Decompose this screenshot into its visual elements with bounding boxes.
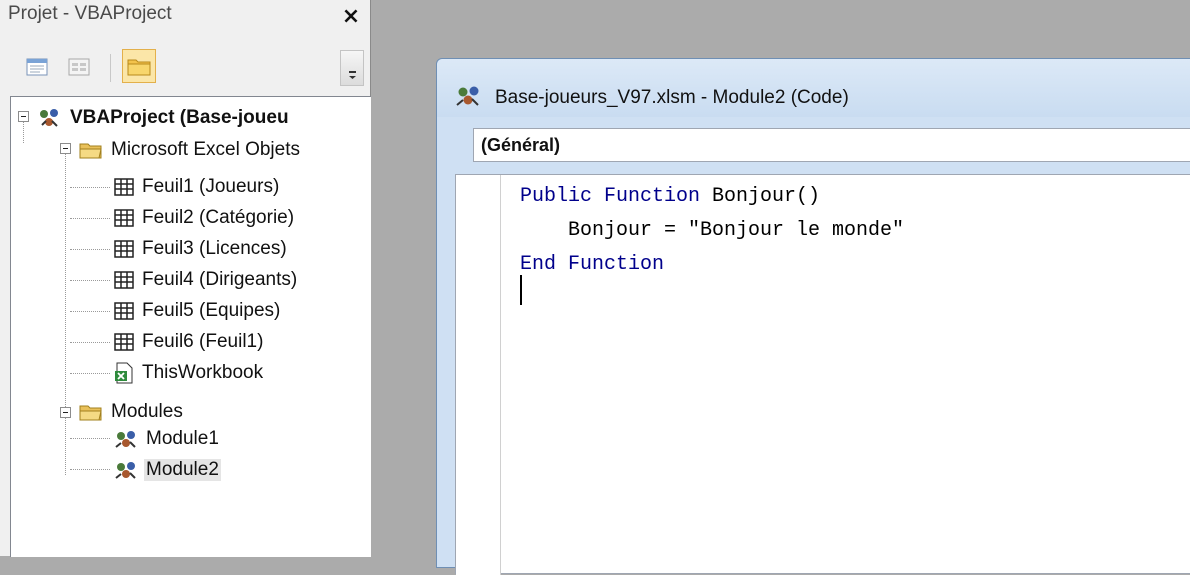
toolbar-separator [110,54,111,82]
code-window-titlebar[interactable]: Base-joueurs_V97.xlsm - Module2 (Code) [437,59,1190,117]
tree-node-label: Feuil6 (Feuil1) [142,331,264,352]
tree-node-workbook[interactable]: ThisWorkbook [113,360,265,386]
close-icon[interactable]: × [340,6,362,28]
tree-connector [70,218,110,219]
vbaproject-icon [40,109,58,127]
code-window-title: Base-joueurs_V97.xlsm - Module2 (Code) [495,87,849,108]
module-icon [115,431,136,448]
tree-node-sheet[interactable]: Feuil6 (Feuil1) [113,329,265,355]
worksheet-icon [114,333,134,351]
text-caret [520,275,522,305]
code-text: Bonjour() [700,185,821,208]
tree-node-sheet[interactable]: Feuil3 (Licences) [113,236,289,262]
code-window: Base-joueurs_V97.xlsm - Module2 (Code) (… [436,58,1190,575]
project-tree[interactable]: VBAProject (Base-joueu Microsoft Excel O… [10,96,371,557]
open-folder-icon [79,405,102,421]
indicator-margin[interactable] [456,175,501,575]
tree-connector [65,417,66,475]
tree-node-excel-objects-folder[interactable]: Microsoft Excel Objets [78,137,302,163]
code-keyword: End Function [520,253,665,276]
tree-node-sheet[interactable]: Feuil2 (Catégorie) [113,205,296,231]
worksheet-icon [114,178,134,196]
tree-connector [23,119,24,143]
object-dropdown-value: (Général) [481,135,561,155]
tree-connector [70,438,110,439]
chevron-down-icon [349,71,356,79]
tree-node-label: Feuil5 (Equipes) [142,300,281,321]
tree-connector [65,143,66,411]
tree-node-label: Microsoft Excel Objets [111,139,300,160]
tree-node-sheet[interactable]: Feuil4 (Dirigeants) [113,267,299,293]
tree-node-sheet[interactable]: Feuil5 (Equipes) [113,298,282,324]
tree-node-module[interactable]: Module1 [113,426,221,452]
project-explorer-titlebar: Projet - VBAProject × [0,0,370,40]
project-explorer-pane: Projet - VBAProject × VBAProject (Base-j… [0,0,371,557]
toggle-folders-button[interactable] [122,49,156,83]
open-folder-icon [79,143,102,159]
tree-node-vbaproject[interactable]: VBAProject (Base-joueu [37,105,291,131]
module-icon [456,86,479,106]
code-keyword: Public Function [520,185,701,208]
module-icon [115,462,136,479]
worksheet-icon [114,271,134,289]
tree-node-modules-folder[interactable]: Modules [78,399,185,425]
view-code-button[interactable] [22,52,52,82]
code-editor[interactable]: Public Function Bonjour() Bonjour = "Bon… [455,174,1190,575]
tree-node-label: Feuil1 (Joueurs) [142,176,280,197]
tree-node-label: Feuil4 (Dirigeants) [142,269,298,290]
code-line: End Function [520,253,664,276]
tree-node-module-selected[interactable]: Module2 [113,457,221,483]
tree-node-label: Module2 [144,459,221,481]
view-object-button[interactable] [64,52,94,82]
tree-node-sheet[interactable]: Feuil1 (Joueurs) [113,174,281,200]
worksheet-icon [114,209,134,227]
collapse-toggle[interactable] [60,407,71,418]
tree-connector [70,373,110,374]
project-explorer-toolbar [0,40,370,90]
worksheet-icon [114,240,134,258]
tree-connector [70,311,110,312]
workbook-icon [115,362,133,384]
tree-connector [70,342,110,343]
folder-icon [127,59,151,76]
tree-connector [70,469,110,470]
collapse-toggle[interactable] [60,143,71,154]
project-explorer-title: Projet - VBAProject [8,3,172,24]
tree-node-label: Modules [111,401,183,422]
code-line: Bonjour = "Bonjour le monde" [520,219,905,242]
tree-node-label: Module1 [146,428,219,449]
tree-connector [70,280,110,281]
tree-node-label: VBAProject (Base-joueu [70,107,289,128]
object-dropdown[interactable]: (Général) [473,128,1190,162]
tree-node-label: Feuil3 (Licences) [142,238,287,259]
worksheet-icon [114,302,134,320]
view-object-icon [68,58,90,76]
collapse-toggle[interactable] [18,111,29,122]
view-code-icon [26,58,48,76]
code-line: Public Function Bonjour() [520,185,820,208]
tree-connector [70,249,110,250]
tree-node-label: Feuil2 (Catégorie) [142,207,295,228]
toolbar-overflow-button[interactable] [340,50,364,86]
tree-node-label: ThisWorkbook [142,362,264,383]
tree-connector [70,187,110,188]
